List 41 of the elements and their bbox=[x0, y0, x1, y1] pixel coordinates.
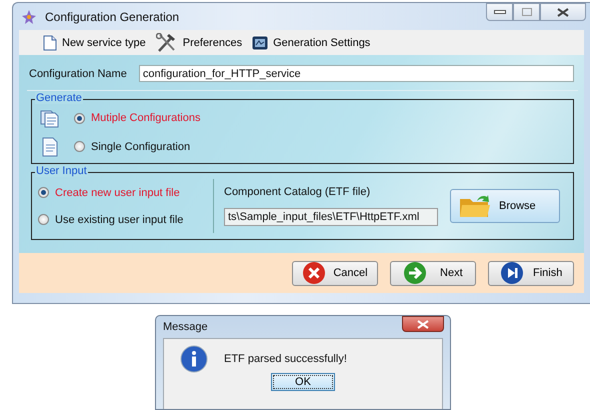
close-button[interactable] bbox=[540, 3, 586, 21]
dialog-title: Message bbox=[163, 321, 209, 333]
close-icon bbox=[302, 261, 326, 285]
radio-button[interactable] bbox=[74, 112, 85, 124]
dialog-button[interactable]: Cancel bbox=[292, 260, 378, 286]
window-title: Configuration Generation bbox=[45, 10, 180, 24]
document-icon bbox=[43, 34, 57, 50]
settings-icon bbox=[252, 36, 268, 50]
close-button[interactable] bbox=[402, 316, 444, 332]
maximize-icon bbox=[522, 8, 532, 16]
toolbar-button[interactable]: Preferences bbox=[154, 32, 244, 54]
group-legend: User Input bbox=[35, 165, 88, 177]
radio-button[interactable] bbox=[38, 214, 49, 225]
minimize-icon bbox=[494, 10, 506, 14]
arrow-right-icon bbox=[403, 261, 428, 285]
skip-end-icon bbox=[500, 261, 524, 285]
input-field[interactable]: configuration_for_HTTP_service bbox=[138, 65, 574, 82]
document-icon bbox=[40, 136, 60, 157]
radio-option[interactable]: Use existing user input file bbox=[38, 214, 213, 226]
field-label: Component Catalog (ETF file) bbox=[224, 186, 372, 198]
info-icon bbox=[180, 345, 208, 373]
dialog-button[interactable]: Finish bbox=[488, 260, 574, 286]
radio-button[interactable] bbox=[38, 187, 49, 198]
radio-button[interactable] bbox=[74, 141, 85, 152]
path-field[interactable]: ts\Sample_input_files\ETF\HttpETF.xml bbox=[224, 208, 438, 226]
message-text: ETF parsed successfully! bbox=[224, 353, 347, 365]
app-icon bbox=[21, 8, 37, 24]
radio-option[interactable]: Single Configuration bbox=[74, 140, 190, 153]
minimize-button[interactable] bbox=[486, 3, 513, 21]
ok-button[interactable]: OK bbox=[271, 373, 335, 391]
close-icon bbox=[557, 8, 569, 16]
toolbar-button[interactable]: Generation Settings bbox=[250, 32, 372, 54]
tools-icon bbox=[156, 32, 178, 52]
field-label: Configuration Name bbox=[29, 68, 127, 80]
dialog-button[interactable]: Next bbox=[390, 260, 476, 286]
folder-icon bbox=[459, 193, 491, 219]
close-icon bbox=[417, 320, 429, 328]
toolbar-button[interactable]: New service type bbox=[41, 32, 148, 54]
documents-icon bbox=[40, 108, 60, 128]
browse-button[interactable]: Browse bbox=[450, 189, 560, 223]
group-legend: Generate bbox=[35, 92, 83, 104]
